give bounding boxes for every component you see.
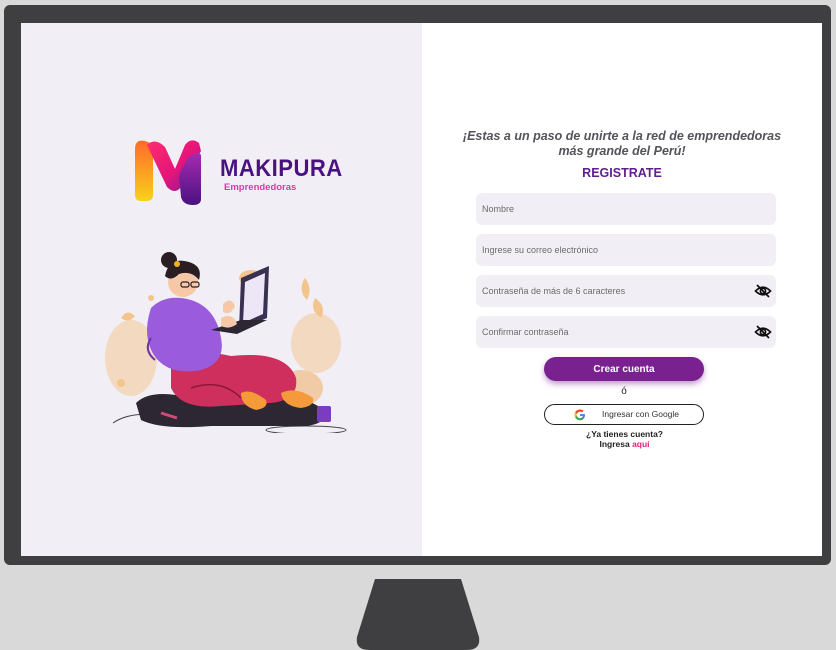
google-button-label: Ingresar con Google <box>602 409 680 419</box>
or-separator: ó <box>621 386 627 397</box>
login-link[interactable]: aquí <box>632 439 649 449</box>
password-field <box>476 275 776 307</box>
google-signin-button[interactable]: Ingresar con Google <box>544 404 704 425</box>
register-title: REGISTRATE <box>582 166 662 180</box>
have-account-text: ¿Ya tienes cuenta? <box>586 429 663 439</box>
makipura-logo-icon <box>135 140 201 205</box>
login-line: Ingresa aquí <box>562 439 687 449</box>
brand-name: MAKIPURA <box>220 155 343 182</box>
monitor-stand <box>356 579 480 650</box>
brand-subtitle: Emprendedoras <box>224 182 297 193</box>
password-input[interactable] <box>476 275 776 307</box>
login-prefix: Ingresa <box>599 439 633 449</box>
eye-off-icon[interactable] <box>754 283 772 299</box>
register-panel: ¡Estas a un paso de unirte a la red de e… <box>422 23 822 556</box>
brand-panel: MAKIPURA Emprendedoras <box>21 23 422 556</box>
google-icon <box>574 409 585 421</box>
tagline: ¡Estas a un paso de unirte a la red de e… <box>462 129 782 158</box>
name-field <box>476 193 776 225</box>
create-account-button[interactable]: Crear cuenta <box>544 357 704 381</box>
screen: MAKIPURA Emprendedoras ¡Estas a un paso … <box>21 23 822 556</box>
email-field <box>476 234 776 266</box>
confirm-password-field <box>476 316 776 348</box>
woman-with-laptop-illustration <box>105 252 347 433</box>
eye-off-icon[interactable] <box>754 324 772 340</box>
email-input[interactable] <box>476 234 776 266</box>
confirm-password-input[interactable] <box>476 316 776 348</box>
name-input[interactable] <box>476 193 776 225</box>
monitor-frame: MAKIPURA Emprendedoras ¡Estas a un paso … <box>4 5 831 565</box>
